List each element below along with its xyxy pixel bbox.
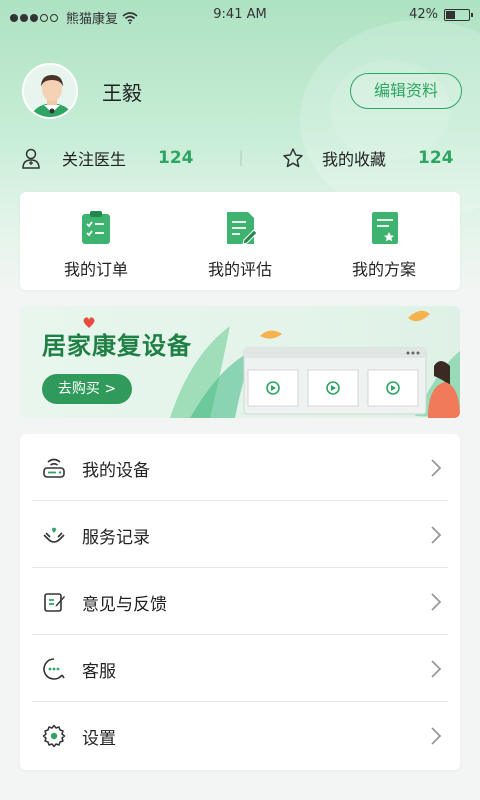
battery-level: [446, 10, 455, 19]
device-icon: [43, 458, 65, 478]
quick-action-label: 我的评估: [207, 260, 272, 279]
order-clipboard-icon: [82, 211, 110, 244]
battery-icon: [444, 8, 473, 21]
doctor-avatar-icon: [24, 65, 76, 117]
chevron-right-icon: [431, 593, 442, 611]
settings-icon: [42, 724, 66, 748]
home-rehab-banner[interactable]: 居家康复设备 去购买 >: [20, 306, 460, 418]
quick-action-label: 我的方案: [351, 260, 416, 279]
user-name: 王毅: [102, 81, 142, 105]
star-icon: [283, 148, 303, 168]
my-plans-button[interactable]: 我的方案: [324, 210, 444, 280]
battery-percent: 42%: [409, 7, 438, 22]
stats-divider: [240, 150, 242, 166]
menu-item-label: 设置: [82, 729, 116, 749]
menu-item-service-records[interactable]: 服务记录: [32, 501, 448, 568]
stats-row: 关注医生 124 我的收藏 124: [20, 146, 460, 170]
menu-item-label: 意见与反馈: [82, 595, 167, 615]
customer-service-icon: [43, 658, 65, 680]
plan-icon: [372, 212, 398, 244]
status-time: 9:41 AM: [213, 7, 267, 22]
quick-actions-card: 我的订单 我的评估 我的方案: [20, 192, 460, 290]
service-record-icon: [43, 527, 65, 543]
chevron-right-icon: [431, 660, 442, 678]
menu-item-feedback[interactable]: 意见与反馈: [32, 568, 448, 635]
edit-profile-button[interactable]: 编辑资料: [350, 73, 462, 109]
stat-label: 关注医生: [62, 150, 127, 169]
my-assessments-button[interactable]: 我的评估: [180, 210, 300, 280]
banner-title: 居家康复设备: [42, 332, 192, 360]
menu-item-label: 我的设备: [82, 461, 150, 481]
feedback-icon: [44, 593, 65, 612]
chevron-right-icon: [431, 727, 442, 745]
doctor-icon: [22, 148, 40, 169]
favorites-stat[interactable]: 我的收藏 124: [282, 146, 454, 170]
stat-label: 我的收藏: [322, 150, 387, 169]
quick-action-label: 我的订单: [63, 260, 128, 279]
my-orders-button[interactable]: 我的订单: [36, 210, 156, 280]
menu-item-my-devices[interactable]: 我的设备: [32, 434, 448, 501]
chevron-right-icon: [431, 459, 442, 477]
profile-header: 王毅 编辑资料: [22, 63, 462, 119]
avatar[interactable]: [22, 63, 78, 119]
assessment-icon: [227, 212, 258, 245]
menu-item-label: 服务记录: [82, 528, 150, 548]
followed-doctors-stat[interactable]: 关注医生 124: [20, 146, 194, 170]
status-bar: 熊猫康复 9:41 AM 42%: [0, 0, 480, 32]
menu-item-label: 客服: [82, 662, 116, 682]
menu-item-settings[interactable]: 设置: [32, 702, 448, 769]
menu-item-customer-service[interactable]: 客服: [32, 635, 448, 702]
stat-value: 124: [158, 148, 194, 168]
chevron-right-icon: [431, 526, 442, 544]
stat-value: 124: [418, 148, 454, 168]
settings-menu: 我的设备 服务记录 意见与反馈 客服 设置: [20, 434, 460, 770]
buy-now-button[interactable]: 去购买 >: [42, 374, 132, 404]
